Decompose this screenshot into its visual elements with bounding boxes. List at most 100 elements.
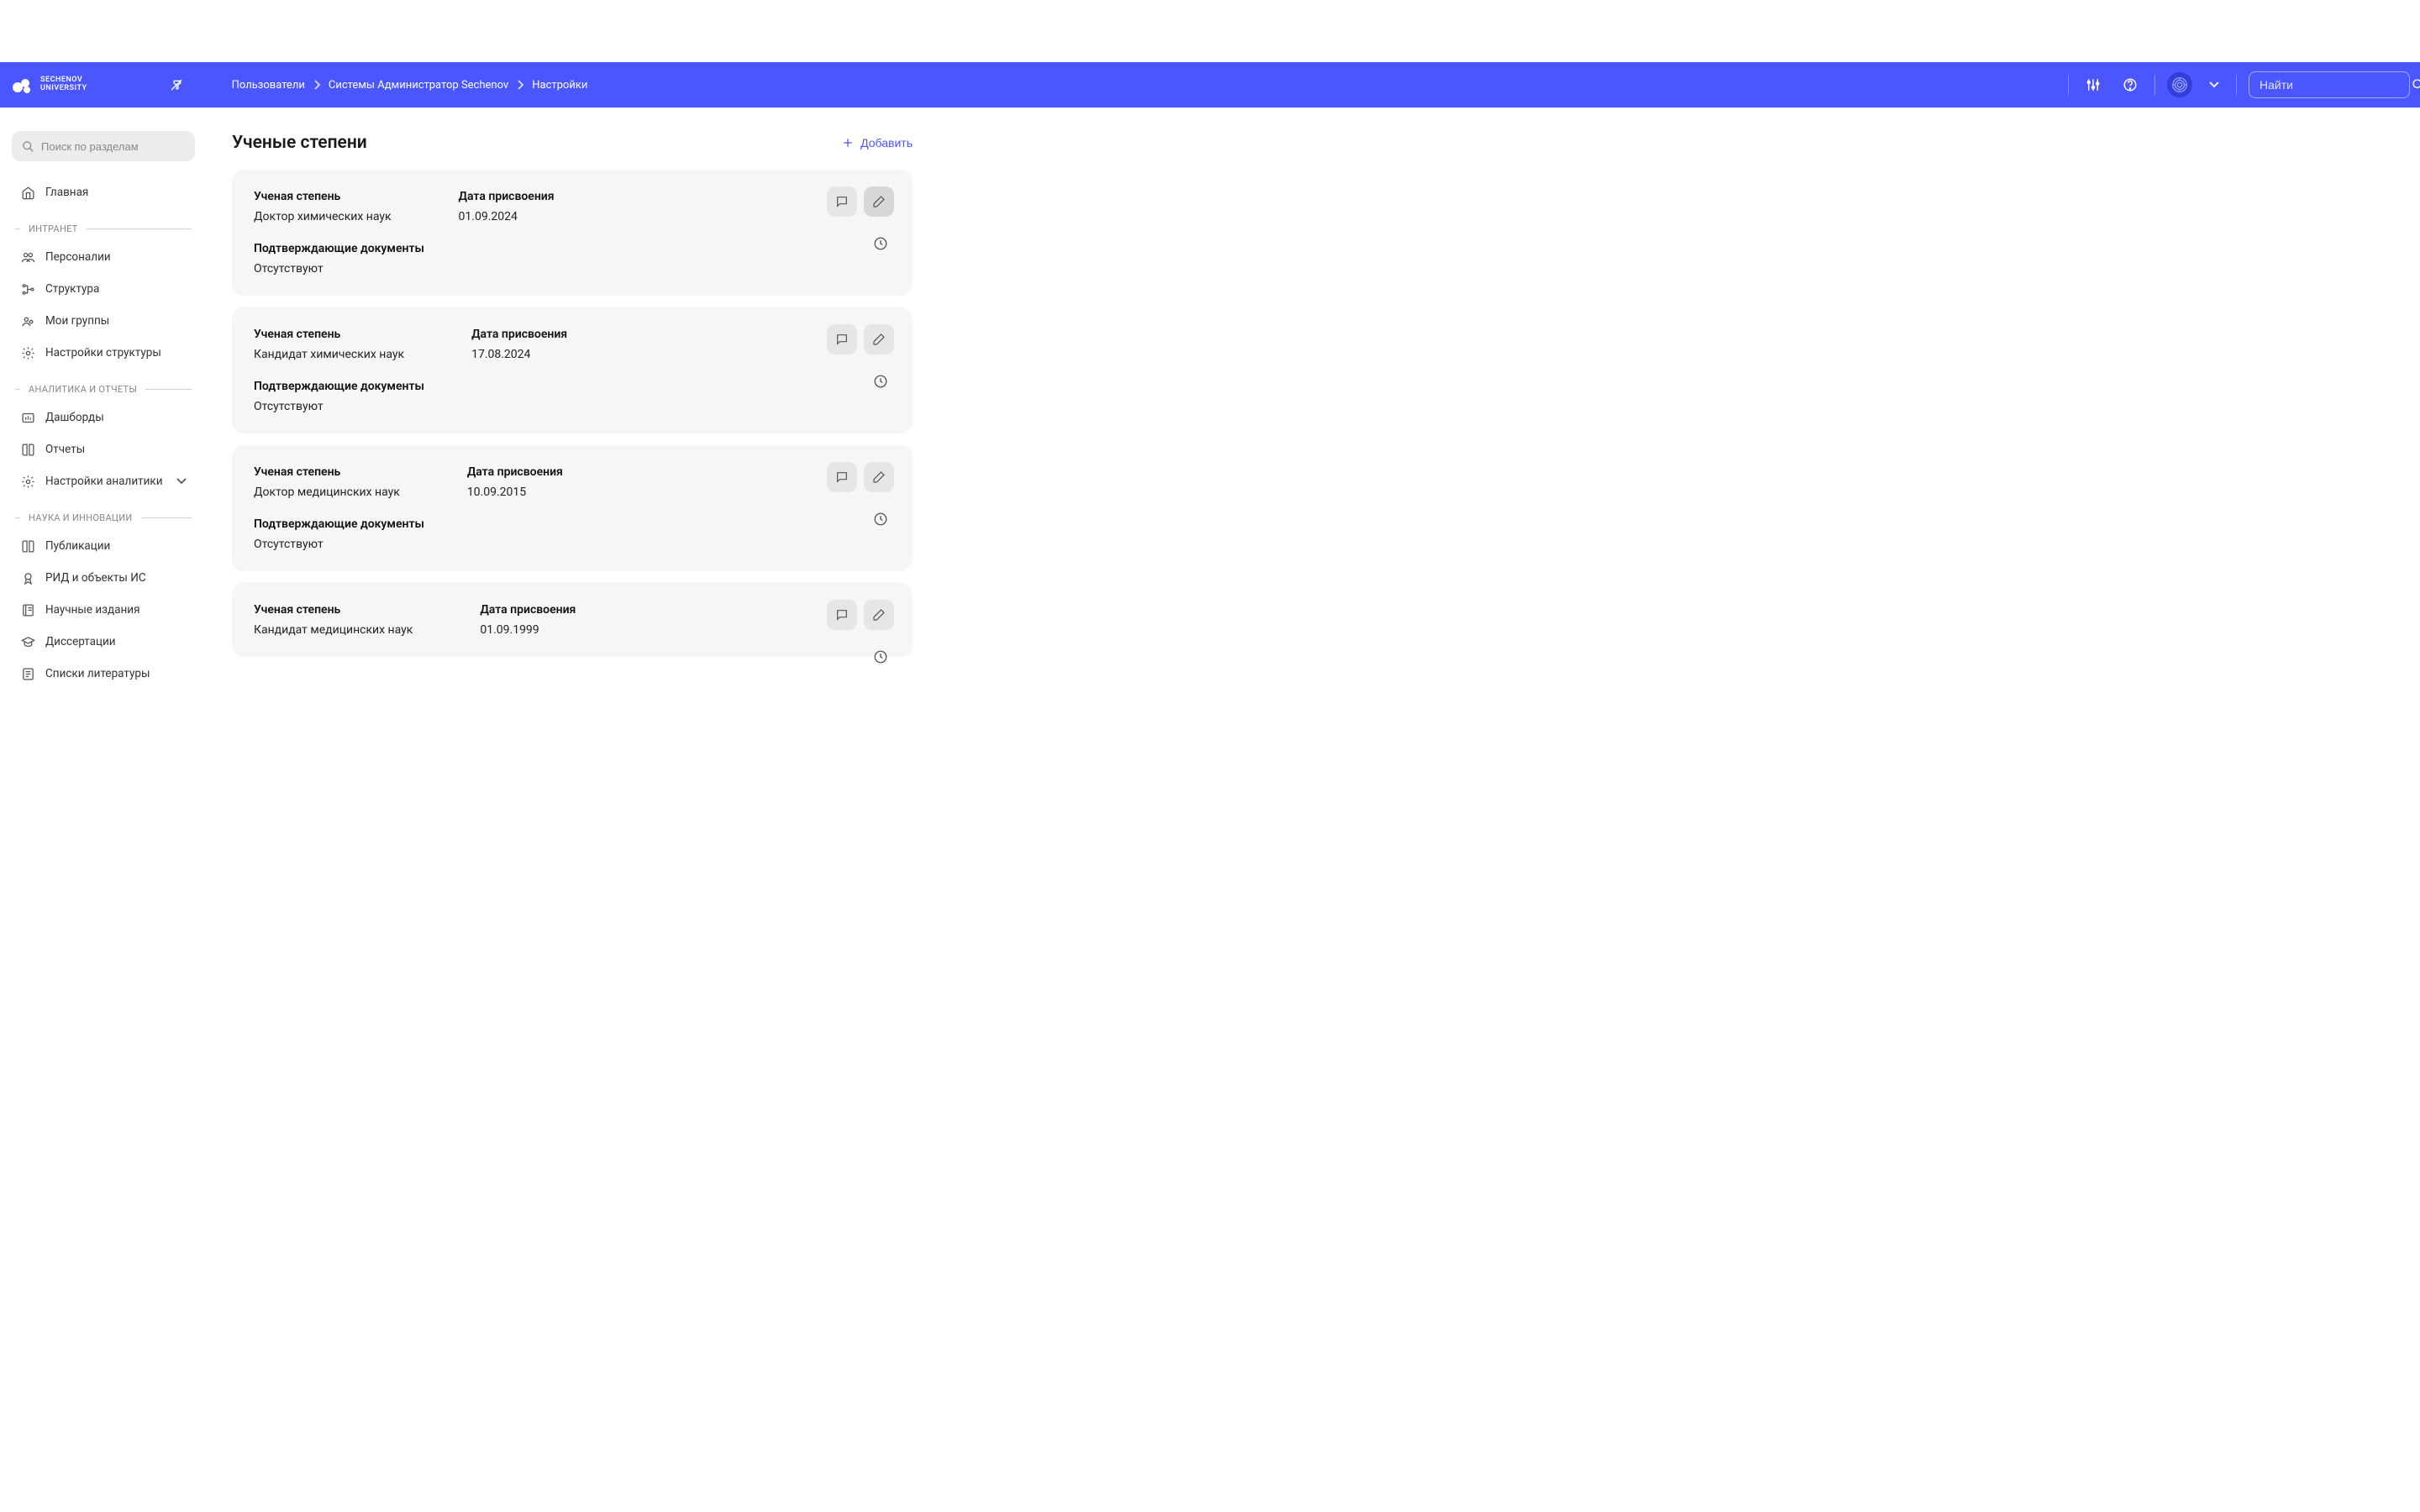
degree-label: Ученая степень (254, 603, 413, 617)
nav-rid-ip[interactable]: РИД и объекты ИС (12, 562, 195, 594)
home-icon (20, 185, 35, 200)
chevron-right-icon (313, 80, 320, 90)
degree-value: Кандидат химических наук (254, 348, 404, 361)
help-button[interactable] (2118, 72, 2143, 97)
edit-icon (872, 333, 886, 346)
help-icon (2123, 77, 2138, 92)
degree-value: Доктор химических наук (254, 210, 392, 223)
breadcrumbs: Пользователи Системы Администратор Seche… (232, 79, 588, 92)
history-button[interactable] (872, 511, 889, 528)
logo[interactable]: SECHENOVUNIVERSITY (10, 73, 87, 97)
chevron-down-icon (2209, 81, 2219, 88)
docs-value: Отсутствуют (254, 262, 891, 276)
user-menu-toggle[interactable] (2204, 76, 2224, 93)
global-search[interactable] (2249, 71, 2410, 98)
clock-icon (873, 649, 888, 664)
date-label: Дата присвоения (459, 190, 555, 203)
degree-card: Ученая степень Кандидат медицинских наук… (232, 583, 913, 657)
degree-card: Ученая степень Кандидат химических наук … (232, 307, 913, 433)
date-label: Дата присвоения (480, 603, 576, 617)
edit-icon (872, 608, 886, 622)
nav-bibliography[interactable]: Списки литературы (12, 658, 195, 690)
nav-label: Настройки аналитики (45, 475, 162, 488)
divider (2154, 75, 2155, 95)
gear-icon (20, 345, 35, 360)
nav-dissertations[interactable]: Диссертации (12, 626, 195, 658)
chevron-right-icon (517, 80, 523, 90)
settings-sliders-button[interactable] (2081, 72, 2106, 97)
history-button[interactable] (872, 648, 889, 665)
comment-button[interactable] (827, 324, 857, 354)
logo-text: SECHENOVUNIVERSITY (40, 76, 87, 93)
nav-label: Настройки структуры (45, 346, 161, 360)
nav-persons[interactable]: Персоналии (12, 241, 195, 273)
nav-label: Списки литературы (45, 667, 150, 680)
search-icon (22, 140, 34, 153)
date-value: 17.08.2024 (471, 348, 567, 361)
journal-icon (20, 602, 35, 617)
edit-button[interactable] (864, 186, 894, 217)
degree-value: Кандидат медицинских наук (254, 623, 413, 637)
date-value: 01.09.1999 (480, 623, 576, 637)
nav-reports[interactable]: Отчеты (12, 433, 195, 465)
date-label: Дата присвоения (467, 465, 563, 479)
degree-label: Ученая степень (254, 328, 404, 341)
header-right (2068, 71, 2410, 98)
divider (2068, 75, 2069, 95)
global-search-input[interactable] (2260, 78, 2412, 92)
nav-label: Отчеты (45, 443, 85, 456)
nav-journals[interactable]: Научные издания (12, 594, 195, 626)
sidebar: Главная ИНТРАНЕТ Персоналии Структура Мо… (0, 108, 207, 701)
history-button[interactable] (872, 373, 889, 390)
user-avatar[interactable] (2167, 72, 2192, 97)
structure-icon (20, 281, 35, 297)
breadcrumb-users[interactable]: Пользователи (232, 79, 305, 92)
nav-publications[interactable]: Публикации (12, 530, 195, 562)
sidebar-search[interactable] (12, 131, 195, 161)
breadcrumb-admin[interactable]: Системы Администратор Sechenov (329, 79, 508, 92)
date-value: 01.09.2024 (459, 210, 555, 223)
nav-dashboards[interactable]: Дашборды (12, 402, 195, 433)
nav-structure[interactable]: Структура (12, 273, 195, 305)
add-degree-button[interactable]: Добавить (842, 136, 913, 150)
section-analytics-label: АНАЛИТИКА И ОТЧЕТЫ (15, 384, 192, 395)
comment-icon (835, 608, 849, 622)
pin-sidebar-button[interactable] (165, 73, 188, 97)
graduation-icon (20, 634, 35, 649)
degree-label: Ученая степень (254, 190, 392, 203)
sliders-icon (2086, 77, 2101, 92)
clock-icon (873, 512, 888, 527)
nav-home[interactable]: Главная (12, 176, 195, 208)
comment-icon (835, 333, 849, 346)
main-content: Ученые степени Добавить (207, 108, 938, 701)
nav-label: Мои группы (45, 314, 109, 328)
gear-icon (20, 474, 35, 489)
nav-label: РИД и объекты ИС (45, 571, 146, 585)
comment-button[interactable] (827, 462, 857, 492)
nav-analytics-settings[interactable]: Настройки аналитики (12, 465, 195, 497)
history-button[interactable] (872, 235, 889, 252)
add-button-label: Добавить (860, 136, 913, 150)
list-icon (20, 666, 35, 681)
docs-label: Подтверждающие документы (254, 380, 891, 393)
nav-label: Научные издания (45, 603, 140, 617)
sidebar-search-input[interactable] (41, 140, 189, 153)
comment-button[interactable] (827, 186, 857, 217)
breadcrumb-settings[interactable]: Настройки (532, 79, 587, 92)
nav-mygroups[interactable]: Мои группы (12, 305, 195, 337)
logo-icon (10, 73, 34, 97)
nav-structure-settings[interactable]: Настройки структуры (12, 337, 195, 369)
nav-label: Публикации (45, 539, 110, 553)
date-value: 10.09.2015 (467, 486, 563, 499)
comment-button[interactable] (827, 600, 857, 630)
comment-icon (835, 470, 849, 484)
group-icon (20, 313, 35, 328)
nav-label: Дашборды (45, 411, 104, 424)
degree-card: Ученая степень Доктор химических наук Да… (232, 170, 913, 296)
divider (2236, 75, 2237, 95)
nav-label: Диссертации (45, 635, 116, 648)
edit-button[interactable] (864, 324, 894, 354)
edit-button[interactable] (864, 462, 894, 492)
nav-label: Персоналии (45, 250, 111, 264)
edit-button[interactable] (864, 600, 894, 630)
